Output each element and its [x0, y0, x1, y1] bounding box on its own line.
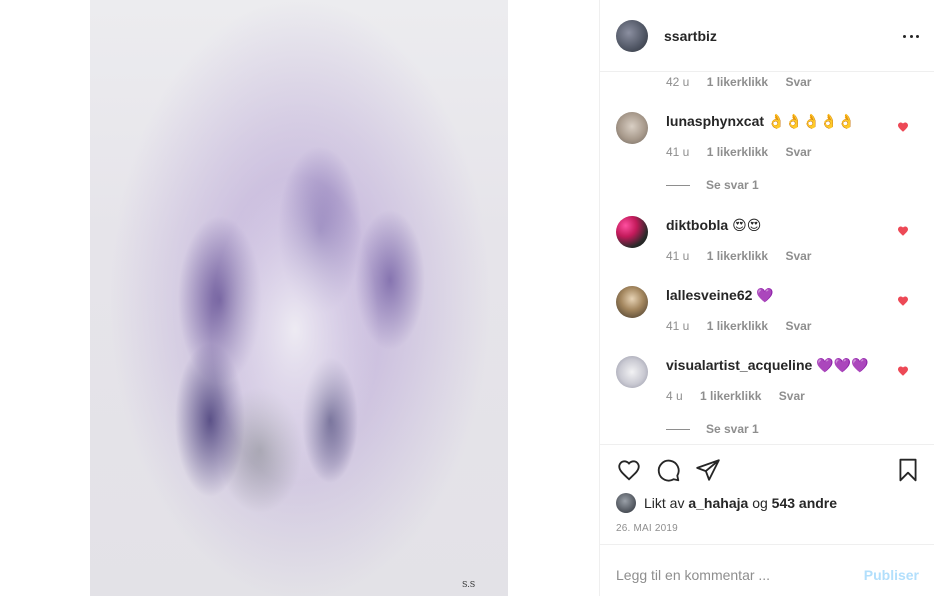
- post-date[interactable]: 26. MAI 2019: [616, 523, 678, 534]
- comment-meta: 41 u 1 likerklikk Svar: [666, 145, 825, 159]
- view-replies-button[interactable]: Se svar 1: [666, 422, 759, 436]
- post-header: ssartbiz: [600, 0, 934, 72]
- reply-button[interactable]: Svar: [785, 145, 811, 159]
- likes-others[interactable]: 543 andre: [772, 495, 837, 511]
- post-image[interactable]: [90, 0, 508, 596]
- comment-username[interactable]: visualartist_acqueline: [666, 357, 812, 373]
- avatar[interactable]: [616, 356, 648, 388]
- add-comment-bar: Legg til en kommentar ... Publiser: [600, 544, 934, 596]
- heart-icon[interactable]: [897, 295, 909, 307]
- author-username[interactable]: ssartbiz: [664, 28, 717, 44]
- post-media: S.S: [0, 0, 600, 596]
- comment-likes[interactable]: 1 likerklikk: [707, 319, 768, 333]
- reply-button[interactable]: Svar: [785, 75, 811, 89]
- post-actions: Likt av a_hahaja og 543 andre 26. MAI 20…: [600, 444, 934, 544]
- comment-meta: 42 u 1 likerklikk Svar: [666, 75, 825, 89]
- reply-button[interactable]: Svar: [785, 249, 811, 263]
- comment-age: 41 u: [666, 145, 690, 159]
- comment-username[interactable]: lallesveine62: [666, 287, 752, 303]
- comment-likes[interactable]: 1 likerklikk: [707, 75, 768, 89]
- post-sidebar: ssartbiz 42 u 1 likerklikk Svar lunasphy…: [599, 0, 934, 596]
- comment-icon[interactable]: [655, 457, 681, 483]
- comment-text: 💜: [756, 288, 774, 304]
- view-replies-button[interactable]: Se svar 1: [666, 178, 759, 192]
- author-avatar[interactable]: [616, 20, 648, 52]
- bookmark-icon[interactable]: [895, 457, 921, 483]
- comment-meta: 4 u 1 likerklikk Svar: [666, 389, 819, 403]
- replies-divider: [666, 429, 690, 431]
- painting-signature: S.S: [462, 580, 476, 589]
- avatar[interactable]: [616, 286, 648, 318]
- comment-username[interactable]: lunasphynxcat: [666, 113, 764, 129]
- avatar[interactable]: [616, 112, 648, 144]
- comment-age: 41 u: [666, 249, 690, 263]
- heart-icon[interactable]: [897, 121, 909, 133]
- likes-joiner: og: [752, 495, 768, 511]
- avatar[interactable]: [616, 216, 648, 248]
- heart-icon[interactable]: [897, 225, 909, 237]
- comment-meta: 41 u 1 likerklikk Svar: [666, 319, 825, 333]
- likes-user[interactable]: a_hahaja: [688, 495, 748, 511]
- comment-username[interactable]: diktbobla: [666, 217, 728, 233]
- comment-age: 42 u: [666, 75, 690, 89]
- reply-button[interactable]: Svar: [785, 319, 811, 333]
- comment-input[interactable]: Legg til en kommentar ...: [616, 567, 770, 583]
- publish-button[interactable]: Publiser: [864, 567, 919, 583]
- comment-text: 😍😍: [732, 218, 762, 234]
- more-options-icon[interactable]: [903, 24, 919, 48]
- view-replies-label[interactable]: Se svar 1: [706, 178, 759, 192]
- heart-icon[interactable]: [616, 457, 642, 483]
- comment-text: 💜💜💜: [816, 358, 869, 374]
- view-replies-label[interactable]: Se svar 1: [706, 422, 759, 436]
- comments-list: 42 u 1 likerklikk Svar lunasphynxcat 👌👌👌…: [600, 72, 934, 444]
- comment-meta: 41 u 1 likerklikk Svar: [666, 249, 825, 263]
- likes-summary: Likt av a_hahaja og 543 andre: [616, 493, 837, 513]
- reply-button[interactable]: Svar: [779, 389, 805, 403]
- comment-likes[interactable]: 1 likerklikk: [707, 145, 768, 159]
- comment-likes[interactable]: 1 likerklikk: [700, 389, 761, 403]
- heart-icon[interactable]: [897, 365, 909, 377]
- replies-divider: [666, 185, 690, 187]
- paper-plane-icon[interactable]: [695, 457, 721, 483]
- comment-text: 👌👌👌👌👌: [767, 114, 856, 130]
- comment-age: 41 u: [666, 319, 690, 333]
- likes-prefix: Likt av: [644, 495, 685, 511]
- comment-age: 4 u: [666, 389, 683, 403]
- comment-likes[interactable]: 1 likerklikk: [707, 249, 768, 263]
- avatar[interactable]: [616, 493, 636, 513]
